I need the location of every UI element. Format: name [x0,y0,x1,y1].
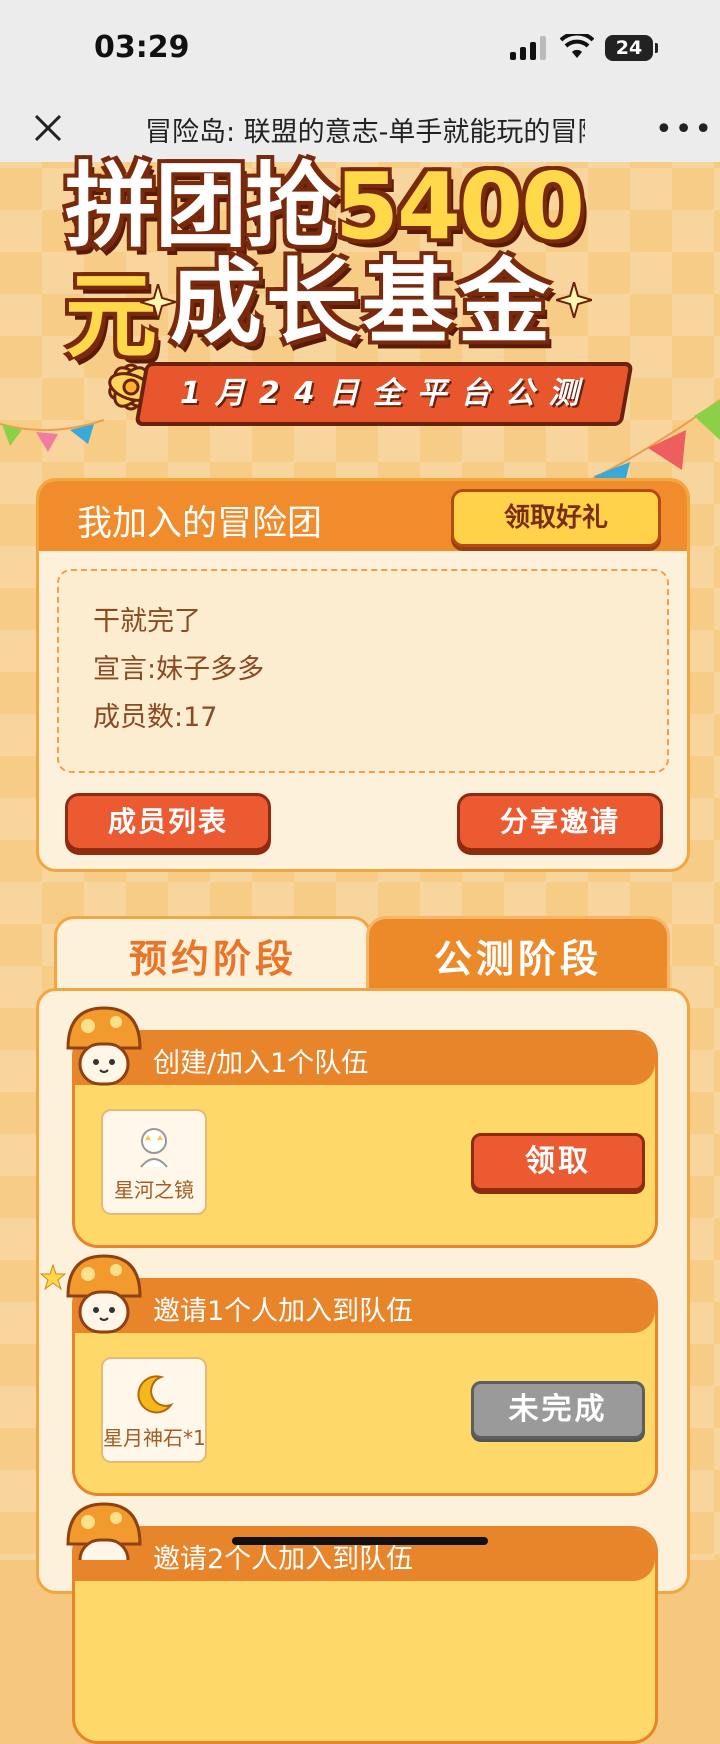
task-card: 创建/加入1个队伍 星河之镜 领取 [72,1030,658,1248]
member-list-button[interactable]: 成员列表 [65,793,271,851]
reward-item: 星月神石*1 [101,1357,207,1463]
banner-subheadline: 成长基金 [170,249,555,356]
more-options-button[interactable]: ••• [655,112,714,147]
cellular-signal-icon [510,36,550,60]
battery-indicator: 24 [605,35,658,61]
team-card-header: 我加入的冒险团 领取好礼 [39,481,687,551]
task-title: 创建/加入1个队伍 [153,1048,369,1079]
banner-headline-prefix: 拼团抢 [65,153,337,260]
reward-item: 星河之镜 [101,1109,207,1215]
team-member-count: 成员数:17 [93,702,218,733]
task-header: 邀请1个人加入到队伍 [75,1281,655,1333]
mirror-icon [140,1128,168,1168]
mushroom-mascot-icon [66,1006,142,1086]
wifi-icon [560,34,594,58]
share-invite-button[interactable]: 分享邀请 [457,793,663,851]
star-icon [40,1264,66,1290]
sparkle-icon [556,282,592,318]
home-indicator[interactable] [232,1537,488,1545]
task-title: 邀请1个人加入到队伍 [153,1296,414,1327]
sparkle-icon [140,284,176,320]
reward-label: 星河之镜 [114,1178,194,1202]
task-header: 创建/加入1个队伍 [75,1033,655,1085]
task-card: 邀请2个人加入到队伍 [72,1526,658,1744]
team-declaration: 宣言:妹子多多 [93,654,265,685]
close-icon[interactable] [30,110,66,146]
crescent-moon-icon [137,1375,174,1414]
team-name: 干就完了 [93,606,201,637]
status-time: 03:29 [94,30,190,65]
team-info-box: 干就完了 宣言:妹子多多 成员数:17 [57,569,669,773]
incomplete-button[interactable]: 未完成 [471,1381,645,1439]
bunting-decoration [0,419,105,452]
page-title: 冒险岛: 联盟的意志-单手就能玩的冒险岛 [145,117,585,148]
banner-headline: 拼团抢5400元 [65,152,665,370]
team-card-title: 我加入的冒险团 [77,504,323,544]
claim-gift-button[interactable]: 领取好礼 [451,489,661,547]
tab-public-test-stage[interactable]: 公测阶段 [366,916,670,993]
launch-date-text: 1月24日全平台公测 [180,376,593,411]
reward-label: 星月神石*1 [103,1426,206,1450]
tab-reservation-stage[interactable]: 预约阶段 [54,916,372,993]
my-team-card: 我加入的冒险团 领取好礼 干就完了 宣言:妹子多多 成员数:17 成员列表 分享… [36,478,690,872]
mushroom-mascot-icon [66,1254,142,1334]
task-card: 邀请1个人加入到队伍 星月神石*1 未完成 [72,1278,658,1496]
mushroom-mascot-icon [66,1502,142,1560]
status-bar: 03:29 24 [0,0,720,98]
claim-button[interactable]: 领取 [471,1133,645,1191]
